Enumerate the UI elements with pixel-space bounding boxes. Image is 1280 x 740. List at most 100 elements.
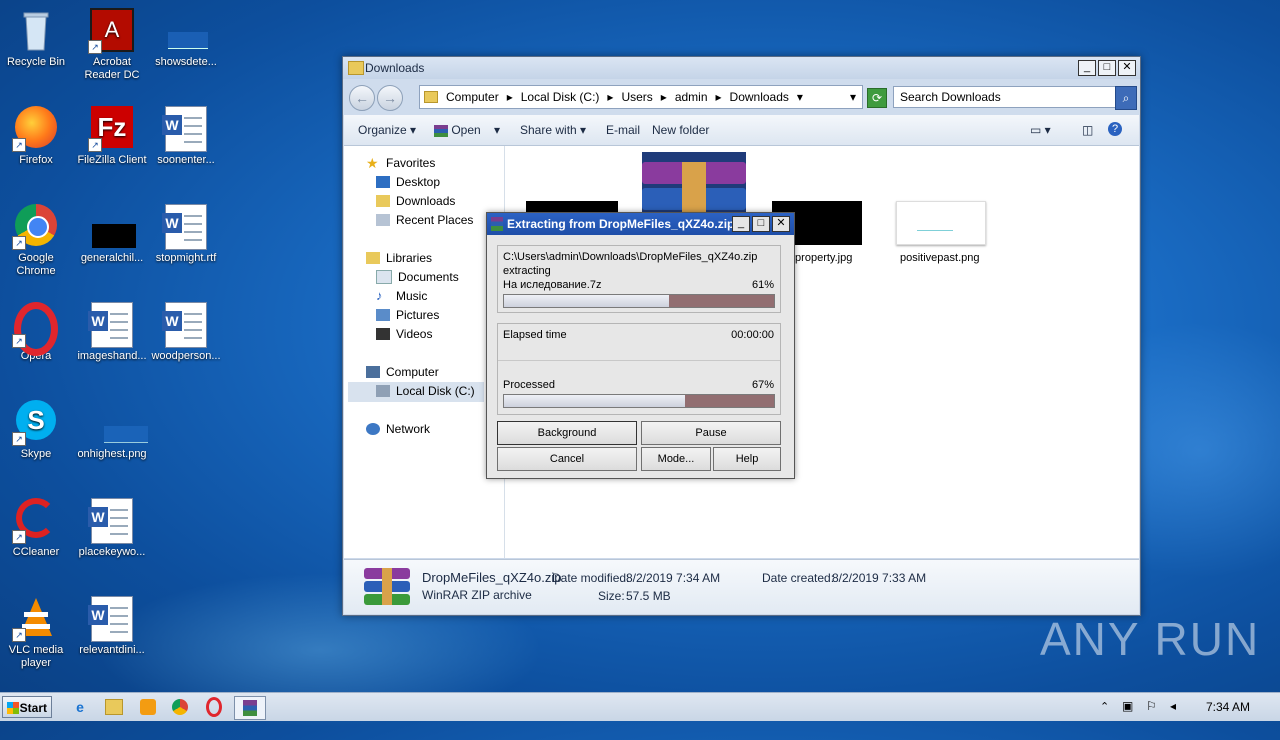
media-player-icon[interactable] [134, 696, 162, 718]
refresh-button[interactable]: ⟳ [867, 88, 887, 108]
search-input[interactable]: Search Downloads [893, 86, 1119, 108]
desktop-icon-soonenter[interactable]: W soonenter... [148, 106, 224, 167]
desktop-icon-showsdete[interactable]: showsdete... [148, 8, 224, 69]
action-center-icon[interactable]: ⚐ [1146, 699, 1157, 713]
explorer-taskbar-icon[interactable] [100, 696, 128, 718]
search-icon[interactable]: ⌕ [1115, 86, 1137, 110]
desktop-icon-onhighest[interactable]: onhighest.png [74, 400, 150, 461]
ccleaner-icon: ↗ [12, 498, 58, 544]
breadcrumb[interactable]: Computer ▸ Local Disk (C:) ▸ Users ▸ admin ▸… [419, 85, 863, 109]
nav-downloads[interactable]: Downloads [376, 194, 455, 208]
windows-logo-icon [7, 702, 19, 714]
desktop-icon-filezilla[interactable]: Fz ↗ FileZilla Client [74, 106, 150, 167]
email-button[interactable]: E-mail [606, 123, 640, 137]
breadcrumb-item[interactable]: admin [675, 90, 708, 104]
desktop-icon-label: Skype [20, 448, 52, 460]
nav-videos[interactable]: Videos [376, 327, 432, 341]
desktop-icon-imageshand[interactable]: W imageshand... [74, 302, 150, 363]
nav-music[interactable]: ♪ Music [376, 289, 427, 303]
clock[interactable]: 7:34 AM [1206, 700, 1250, 714]
command-bar: Organize ▾ Open ▾ Share with ▾ E-mail Ne… [344, 115, 1139, 146]
forward-button[interactable]: → [377, 85, 403, 111]
minimize-button[interactable]: _ [1078, 60, 1096, 76]
desktop-icon-relevantdini[interactable]: W relevantdini... [74, 596, 150, 657]
network-tray-icon[interactable]: ▣ [1122, 699, 1133, 713]
cancel-button[interactable]: Cancel [497, 447, 637, 471]
desktop-icon-label: Google Chrome [16, 252, 56, 277]
organize-button[interactable]: Organize ▾ [358, 123, 416, 137]
chevron-down-icon[interactable]: ▾ [850, 90, 856, 104]
desktop-icon-ccleaner[interactable]: ↗ CCleaner [0, 498, 74, 559]
desktop-icon-chrome[interactable]: ↗ Google Chrome [0, 204, 74, 278]
chrome-icon: ↗ [12, 204, 58, 250]
maximize-button[interactable]: □ [1098, 60, 1116, 76]
desktop-icon-woodperson[interactable]: W woodperson... [148, 302, 224, 363]
file-progress-group: C:\Users\admin\Downloads\DropMeFiles_qXZ… [497, 245, 781, 313]
preview-pane-icon[interactable]: ◫ [1082, 123, 1093, 137]
desktop-icon-recycle-bin[interactable]: Recycle Bin [0, 8, 74, 69]
desktop-icon-stopmight[interactable]: W stopmight.rtf [148, 204, 224, 265]
winrar-icon [434, 124, 448, 137]
downloads-folder-icon [376, 195, 390, 207]
breadcrumb-item[interactable]: Users [621, 90, 652, 104]
nav-favorites[interactable]: ★ Favorites [366, 156, 435, 170]
dialog-titlebar[interactable]: Extracting from DropMeFiles_qXZ4o.zip _ … [487, 213, 794, 235]
nav-pictures[interactable]: Pictures [376, 308, 439, 322]
desktop-icon-firefox[interactable]: ↗ Firefox [0, 106, 74, 167]
view-options-icon[interactable]: ▭ ▾ [1030, 123, 1051, 137]
nav-recent-places[interactable]: Recent Places [376, 213, 473, 227]
word-document-icon: W [162, 302, 208, 348]
new-folder-button[interactable]: New folder [652, 123, 709, 137]
file-name[interactable]: positivepast.png [900, 252, 980, 264]
word-document-icon: W [88, 498, 134, 544]
share-with-button[interactable]: Share with ▾ [520, 123, 586, 137]
desktop-icon-placekeywo[interactable]: W placekeywo... [74, 498, 150, 559]
processed-percent: 67% [751, 379, 774, 391]
winrar-icon [491, 217, 503, 231]
nav-computer[interactable]: Computer [366, 365, 439, 379]
show-hidden-icons-icon[interactable]: ⌃ [1100, 700, 1109, 713]
maximize-button[interactable]: □ [752, 216, 770, 232]
back-button[interactable]: ← [349, 85, 375, 111]
desktop-icon-skype[interactable]: S ↗ Skype [0, 400, 74, 461]
image-file-icon [90, 400, 148, 444]
total-progress-group: Elapsed time 00:00:00 Processed 67% [497, 323, 781, 415]
breadcrumb-item[interactable]: Local Disk (C:) [521, 90, 600, 104]
pictures-icon [376, 309, 390, 321]
nav-documents[interactable]: Documents [376, 270, 459, 284]
file-thumbnail[interactable] [896, 201, 986, 245]
volume-icon[interactable]: ◂ [1170, 699, 1176, 713]
desktop-icon-opera[interactable]: ↗ Opera [0, 302, 74, 363]
processed-label: Processed [503, 379, 555, 391]
chrome-taskbar-icon[interactable] [166, 696, 194, 718]
desktop-icon-generalchil[interactable]: generalchil... [74, 204, 150, 265]
close-button[interactable]: ✕ [1118, 60, 1136, 76]
start-button[interactable]: Start [2, 696, 52, 718]
breadcrumb-item[interactable]: Downloads [730, 90, 789, 104]
help-icon[interactable]: ? [1108, 122, 1122, 136]
nav-desktop[interactable]: Desktop [376, 175, 440, 189]
pause-button[interactable]: Pause [641, 421, 781, 445]
nav-libraries[interactable]: Libraries [366, 251, 432, 265]
nav-local-disk[interactable]: Local Disk (C:) [376, 384, 475, 398]
recent-places-icon [376, 214, 390, 226]
desktop-icon-vlc[interactable]: ↗ VLC media player [0, 596, 74, 670]
file-name[interactable]: tproperty.jpg [792, 252, 852, 264]
background-button[interactable]: Background [497, 421, 637, 445]
breadcrumb-item[interactable]: Computer [446, 90, 499, 104]
details-date-modified: 8/2/2019 7:34 AM [626, 571, 721, 585]
opera-taskbar-icon[interactable] [200, 696, 228, 718]
help-button[interactable]: Help [713, 447, 781, 471]
desktop-icon-acrobat[interactable]: A ↗ Acrobat Reader DC [74, 8, 150, 82]
skype-icon: S ↗ [12, 400, 58, 446]
close-button[interactable]: ✕ [772, 216, 790, 232]
details-date-created: 8/2/2019 7:33 AM [832, 571, 927, 585]
mode-button[interactable]: Mode... [641, 447, 711, 471]
explorer-titlebar[interactable]: Downloads _ □ ✕ [343, 57, 1140, 79]
winrar-taskbar-icon[interactable] [234, 696, 266, 720]
minimize-button[interactable]: _ [732, 216, 750, 232]
nav-network[interactable]: Network [366, 422, 430, 436]
open-button[interactable]: Open ▾ [434, 123, 500, 137]
internet-explorer-icon[interactable]: e [66, 696, 94, 718]
winrar-archive-icon [364, 566, 410, 608]
